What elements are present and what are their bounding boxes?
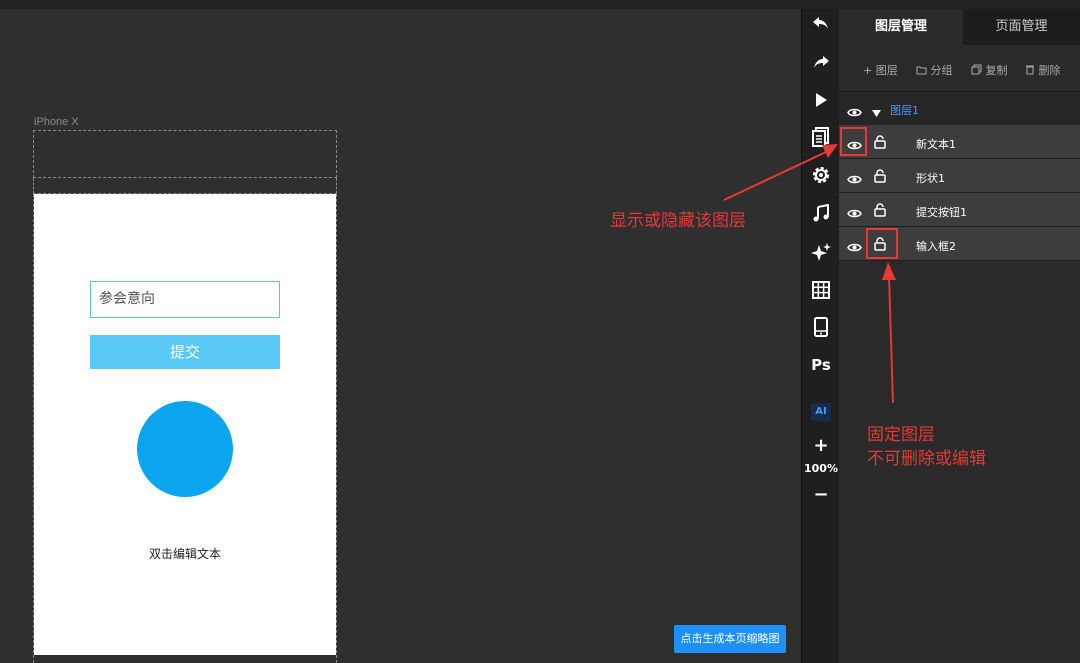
phone-icon[interactable] xyxy=(802,317,840,337)
layer-name: 形状1 xyxy=(916,172,945,185)
unlock-icon[interactable] xyxy=(874,202,886,221)
layer-name: 提交按钮1 xyxy=(916,206,967,219)
group-label: 分组 xyxy=(930,64,953,77)
layer-group-row[interactable]: 图层1 xyxy=(839,91,1080,125)
settings-icon[interactable] xyxy=(802,165,840,185)
annotation-fixed-layer: 固定图层 不可删除或编辑 xyxy=(867,423,986,471)
layer-name: 新文本1 xyxy=(916,138,956,151)
eye-icon[interactable] xyxy=(847,204,862,223)
annotation-fixed-line1: 固定图层 xyxy=(867,425,935,445)
device-status-area xyxy=(33,130,337,178)
tab-page-management[interactable]: 页面管理 xyxy=(963,9,1080,45)
layer-name: 输入框2 xyxy=(916,240,956,253)
circle-shape-element[interactable] xyxy=(137,401,233,497)
group-button[interactable]: 分组 xyxy=(916,62,953,78)
tab-layer-management[interactable]: 图层管理 xyxy=(839,9,963,45)
play-icon[interactable] xyxy=(802,92,840,108)
sparkle-icon[interactable] xyxy=(802,242,840,262)
photoshop-icon[interactable]: Ps xyxy=(802,356,840,374)
layer-row[interactable]: 形状1 xyxy=(839,159,1080,193)
zoom-out-icon[interactable]: − xyxy=(802,484,840,505)
annotation-show-hide: 显示或隐藏该图层 xyxy=(610,211,746,231)
device-label: iPhone X xyxy=(34,116,79,128)
folder-icon xyxy=(916,66,927,75)
copy-icon xyxy=(971,64,982,75)
zoom-in-icon[interactable]: + xyxy=(802,435,840,456)
lock-highlight-box xyxy=(866,228,898,259)
eye-icon[interactable] xyxy=(847,170,862,189)
copy-label: 复制 xyxy=(985,64,1008,77)
ai-label: AI xyxy=(811,403,831,421)
music-icon[interactable] xyxy=(802,204,840,222)
top-strip xyxy=(0,0,1080,9)
layer-row[interactable]: 新文本1 xyxy=(839,125,1080,159)
layer-panel: 图层管理 页面管理 + 图层 分组 复制 删除 图层1 新文本1 形状1 提交按… xyxy=(839,9,1080,663)
side-toolbar: Ps AI + 100% − xyxy=(801,9,839,663)
group-name[interactable]: 图层1 xyxy=(890,102,919,118)
layer-row[interactable]: 提交按钮1 xyxy=(839,193,1080,227)
unlock-icon[interactable] xyxy=(874,168,886,187)
generate-thumbnail-button[interactable]: 点击生成本页缩略图 xyxy=(674,625,786,653)
submit-button-element[interactable]: 提交 xyxy=(90,335,280,369)
zoom-level: 100% xyxy=(804,462,838,475)
grid-icon[interactable] xyxy=(802,281,840,299)
copy-button[interactable]: 复制 xyxy=(971,62,1008,78)
input-field-element[interactable]: 参会意向 xyxy=(90,281,280,318)
device-nav-area xyxy=(33,178,337,194)
text-element[interactable]: 双击编辑文本 xyxy=(34,545,336,562)
ai-icon[interactable]: AI xyxy=(802,399,840,421)
undo-icon[interactable] xyxy=(802,15,840,31)
eye-icon[interactable] xyxy=(847,238,862,257)
delete-label: 删除 xyxy=(1038,64,1061,77)
eye-icon[interactable] xyxy=(847,103,862,122)
add-layer-button[interactable]: + 图层 xyxy=(863,62,898,78)
pages-icon[interactable] xyxy=(802,127,840,147)
caret-down-icon[interactable] xyxy=(872,103,881,122)
layer-actions-bar: + 图层 分组 复制 删除 xyxy=(839,45,1080,91)
unlock-icon[interactable] xyxy=(874,134,886,153)
delete-button[interactable]: 删除 xyxy=(1025,62,1061,78)
annotation-fixed-line2: 不可删除或编辑 xyxy=(867,449,986,469)
eye-highlight-box xyxy=(840,127,867,156)
trash-icon xyxy=(1026,65,1034,75)
redo-icon[interactable] xyxy=(802,54,840,70)
